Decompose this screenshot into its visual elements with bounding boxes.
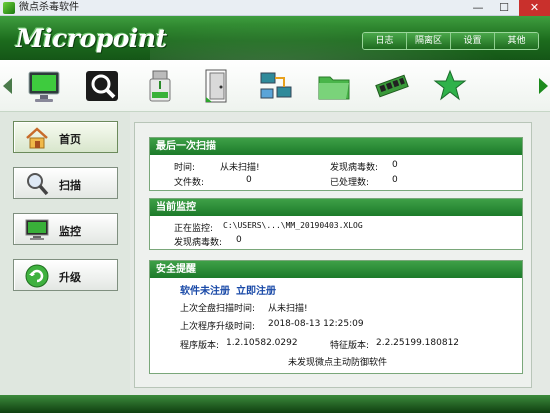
sidebar-item-label: 监控 [59, 225, 81, 238]
defense-notice: 未发现微点主动防御软件 [288, 358, 388, 368]
signature-version-label: 特征版本: [330, 341, 370, 351]
last-scan-title: 最后一次扫描 [150, 138, 522, 155]
monitoring-path: C:\USERS\...\MM_20190403.XLOG [223, 221, 363, 230]
bottom-bar [0, 395, 550, 413]
signature-version-value: 2.2.25199.180812 [376, 338, 460, 348]
top-nav: 日志 隔离区 设置 其他 [362, 32, 539, 50]
last-full-scan-value: 从未扫描! [268, 304, 308, 314]
last-full-scan-label: 上次全盘扫描时间: [180, 304, 256, 314]
sidebar-item-label: 升级 [59, 271, 81, 284]
sidebar-item-scan[interactable]: 扫描 [13, 167, 118, 199]
content-area: 最后一次扫描 时间: 从未扫描! 发现病毒数: 0 文件数: 0 已处理数: 0… [134, 122, 532, 388]
monitor-virus-label: 发现病毒数: [174, 238, 223, 248]
toolbar-scroll-left-icon[interactable] [3, 78, 12, 94]
nav-quarantine-button[interactable]: 隔离区 [407, 33, 451, 49]
main-panel: 最后一次扫描 时间: 从未扫描! 发现病毒数: 0 文件数: 0 已处理数: 0… [130, 112, 550, 395]
monitor-icon[interactable] [26, 67, 62, 105]
header-banner: Micropoint 日志 隔离区 设置 其他 [0, 16, 550, 60]
scan-time-label: 时间: [174, 163, 196, 173]
program-version-label: 程序版本: [180, 341, 220, 351]
last-upgrade-value: 2018-08-13 12:25:09 [268, 319, 364, 329]
last-upgrade-label: 上次程序升级时间: [180, 322, 256, 332]
memory-module-icon[interactable] [374, 67, 410, 105]
window-titlebar: 微点杀毒软件 — ☐ ✕ [0, 0, 550, 16]
file-door-icon[interactable] [200, 67, 236, 105]
toolbar-scroll-right-icon[interactable] [539, 78, 548, 94]
sidebar-item-label: 扫描 [59, 179, 81, 192]
handled-count-label: 已处理数: [330, 178, 370, 188]
monitor-virus-value: 0 [236, 235, 242, 245]
scan-magnifier-icon[interactable] [84, 67, 120, 105]
file-count-value: 0 [246, 175, 252, 185]
program-version-value: 1.2.10582.0292 [226, 338, 298, 348]
monitoring-label: 正在监控: [174, 224, 214, 234]
current-monitor-title: 当前监控 [150, 199, 522, 216]
window-title: 微点杀毒软件 [19, 2, 79, 13]
sidebar-item-label: 首页 [59, 133, 81, 146]
virus-count-label: 发现病毒数: [330, 163, 379, 173]
unregistered-status: 软件未注册 [180, 286, 230, 297]
minimize-button[interactable]: — [467, 0, 489, 16]
maximize-button[interactable]: ☐ [493, 0, 515, 16]
home-icon [26, 127, 48, 149]
folder-icon[interactable] [316, 67, 352, 105]
sidebar-item-monitor[interactable]: 监控 [13, 213, 118, 245]
virus-count-value: 0 [392, 160, 398, 170]
monitor-icon [25, 219, 49, 240]
toolbar [0, 60, 550, 112]
scan-time-value: 从未扫描! [220, 163, 260, 173]
security-reminder-title: 安全提醒 [150, 261, 522, 278]
nav-other-button[interactable]: 其他 [495, 33, 538, 49]
usb-drive-icon[interactable] [142, 67, 178, 105]
security-reminder-box: 安全提醒 软件未注册 立即注册 上次全盘扫描时间: 从未扫描! 上次程序升级时间… [149, 260, 523, 374]
magnifier-icon [27, 173, 49, 196]
current-monitor-box: 当前监控 正在监控: C:\USERS\...\MM_20190403.XLOG… [149, 198, 523, 250]
sidebar: 首页 扫描 监控 升级 [0, 112, 130, 395]
app-icon [3, 2, 15, 14]
sidebar-item-upgrade[interactable]: 升级 [13, 259, 118, 291]
file-count-label: 文件数: [174, 178, 205, 188]
sidebar-item-home[interactable]: 首页 [13, 121, 118, 153]
star-icon[interactable] [432, 67, 468, 105]
refresh-icon [25, 264, 49, 288]
nav-log-button[interactable]: 日志 [363, 33, 407, 49]
register-now-link[interactable]: 立即注册 [236, 282, 276, 297]
last-scan-box: 最后一次扫描 时间: 从未扫描! 发现病毒数: 0 文件数: 0 已处理数: 0 [149, 137, 523, 191]
nav-settings-button[interactable]: 设置 [451, 33, 495, 49]
handled-count-value: 0 [392, 175, 398, 185]
close-button[interactable]: ✕ [519, 0, 550, 16]
network-computers-icon[interactable] [258, 67, 294, 105]
micropoint-logo: Micropoint [16, 24, 167, 53]
